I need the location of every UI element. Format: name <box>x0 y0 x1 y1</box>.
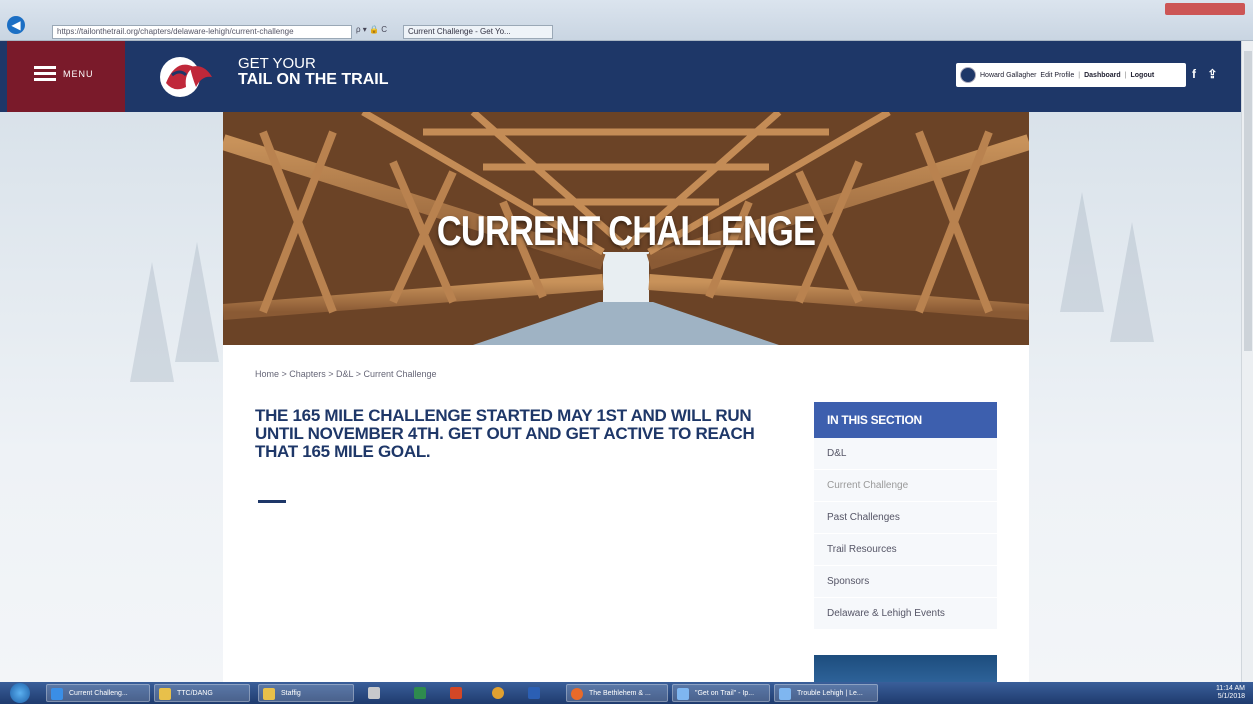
dashboard-link[interactable]: Dashboard <box>1084 72 1121 79</box>
section-nav-heading: IN THIS SECTION <box>814 402 997 438</box>
site-logo[interactable] <box>156 53 216 101</box>
hero-title: CURRENT CHALLENGE <box>436 207 816 254</box>
background-tree <box>1110 222 1154 342</box>
user-name: Howard Gallagher <box>980 71 1037 79</box>
user-box: Howard Gallagher Edit Profile | Dashboar… <box>956 63 1186 87</box>
taskbar-item-label: The Bethlehem & ... <box>589 690 651 697</box>
section-nav-list: D&L Current Challenge Past Challenges Tr… <box>814 438 997 630</box>
taskbar-item[interactable]: TTC/DANG <box>154 684 250 702</box>
breadcrumb[interactable]: Home > Chapters > D&L > Current Challeng… <box>255 369 437 379</box>
browser-chrome: ◀ https://tailonthetrail.org/chapters/de… <box>0 0 1253 41</box>
address-bar[interactable]: https://tailonthetrail.org/chapters/dela… <box>52 25 352 39</box>
content-card: Home > Chapters > D&L > Current Challeng… <box>223 345 1029 682</box>
taskbar-item[interactable] <box>488 684 510 702</box>
brand-line2: TAIL ON THE TRAIL <box>238 71 389 88</box>
powerpoint-icon <box>450 687 462 699</box>
separator: | <box>1078 71 1081 79</box>
folder-icon <box>263 688 275 700</box>
clock-date: 5/1/2018 <box>1217 693 1245 700</box>
taskbar-item[interactable] <box>410 684 432 702</box>
scroll-thumb[interactable] <box>1244 51 1252 351</box>
word-icon <box>528 687 540 699</box>
firefox-icon <box>571 688 583 700</box>
page-headline: THE 165 MILE CHALLENGE STARTED MAY 1ST A… <box>255 406 755 461</box>
browser-icon <box>51 688 63 700</box>
background-tree <box>175 242 219 362</box>
start-button-icon[interactable] <box>10 683 30 703</box>
sidebar-item-trail-resources[interactable]: Trail Resources <box>814 534 997 566</box>
sidebar-item-dl[interactable]: D&L <box>814 438 997 470</box>
back-arrow-icon[interactable]: ◀ <box>7 16 25 34</box>
brand-title[interactable]: GET YOUR TAIL ON THE TRAIL <box>238 56 389 88</box>
sidebar-item-events[interactable]: Delaware & Lehigh Events <box>814 598 997 630</box>
divider <box>258 500 286 503</box>
taskbar-item[interactable]: Staffig <box>258 684 354 702</box>
app-icon <box>368 687 380 699</box>
editor-icon <box>677 688 689 700</box>
excel-icon <box>414 687 426 699</box>
scrollbar[interactable] <box>1241 41 1253 682</box>
editor-icon <box>779 688 791 700</box>
taskbar-item-label: "Get on Trail" - Ip... <box>695 690 755 697</box>
logout-link[interactable]: Logout <box>1131 72 1155 79</box>
hero-banner: CURRENT CHALLENGE <box>223 112 1029 345</box>
sidebar-item-past-challenges[interactable]: Past Challenges <box>814 502 997 534</box>
taskbar-item[interactable]: The Bethlehem & ... <box>566 684 668 702</box>
taskbar-item[interactable]: "Get on Trail" - Ip... <box>672 684 770 702</box>
background-tree <box>1060 192 1104 312</box>
facebook-icon[interactable]: f <box>1192 67 1196 81</box>
taskbar-item-label: Current Challeng... <box>69 690 128 697</box>
browser-tab[interactable]: Current Challenge - Get Yo... <box>403 25 553 39</box>
taskbar-item-label: Trouble Lehigh | Le... <box>797 690 863 697</box>
window-controls[interactable] <box>1165 3 1245 15</box>
taskbar-item-label: TTC/DANG <box>177 690 213 697</box>
separator: | <box>1124 71 1127 79</box>
edit-profile-link[interactable]: Edit Profile <box>1040 72 1074 79</box>
menu-button[interactable]: MENU <box>7 41 125 112</box>
taskbar-item[interactable]: Current Challeng... <box>46 684 150 702</box>
taskbar-item-label: Staffig <box>281 690 301 697</box>
clock-time: 11:14 AM <box>1215 685 1245 692</box>
background-tree <box>130 262 174 382</box>
sidebar-promo-image[interactable] <box>814 655 997 682</box>
taskbar-item[interactable] <box>364 684 386 702</box>
chrome-icon <box>492 687 504 699</box>
taskbar: Current Challeng... TTC/DANG Staffig The… <box>0 682 1253 704</box>
social-links: f ⇪ <box>1192 67 1225 81</box>
menu-label: MENU <box>63 69 94 79</box>
folder-icon <box>159 688 171 700</box>
taskbar-item[interactable]: Trouble Lehigh | Le... <box>774 684 878 702</box>
sidebar-item-current-challenge[interactable]: Current Challenge <box>814 470 997 502</box>
sidebar-item-sponsors[interactable]: Sponsors <box>814 566 997 598</box>
brand-line1: GET YOUR <box>238 55 316 72</box>
hamburger-icon <box>34 66 56 82</box>
system-clock[interactable]: 11:14 AM 5/1/2018 <box>1216 685 1245 701</box>
taskbar-item[interactable] <box>446 684 468 702</box>
share-icon[interactable]: ⇪ <box>1207 67 1217 81</box>
address-bar-controls[interactable]: ρ ▾ 🔒 C <box>356 25 387 34</box>
section-nav: IN THIS SECTION D&L Current Challenge Pa… <box>814 402 997 630</box>
avatar[interactable] <box>960 67 976 83</box>
taskbar-item[interactable] <box>524 684 554 702</box>
